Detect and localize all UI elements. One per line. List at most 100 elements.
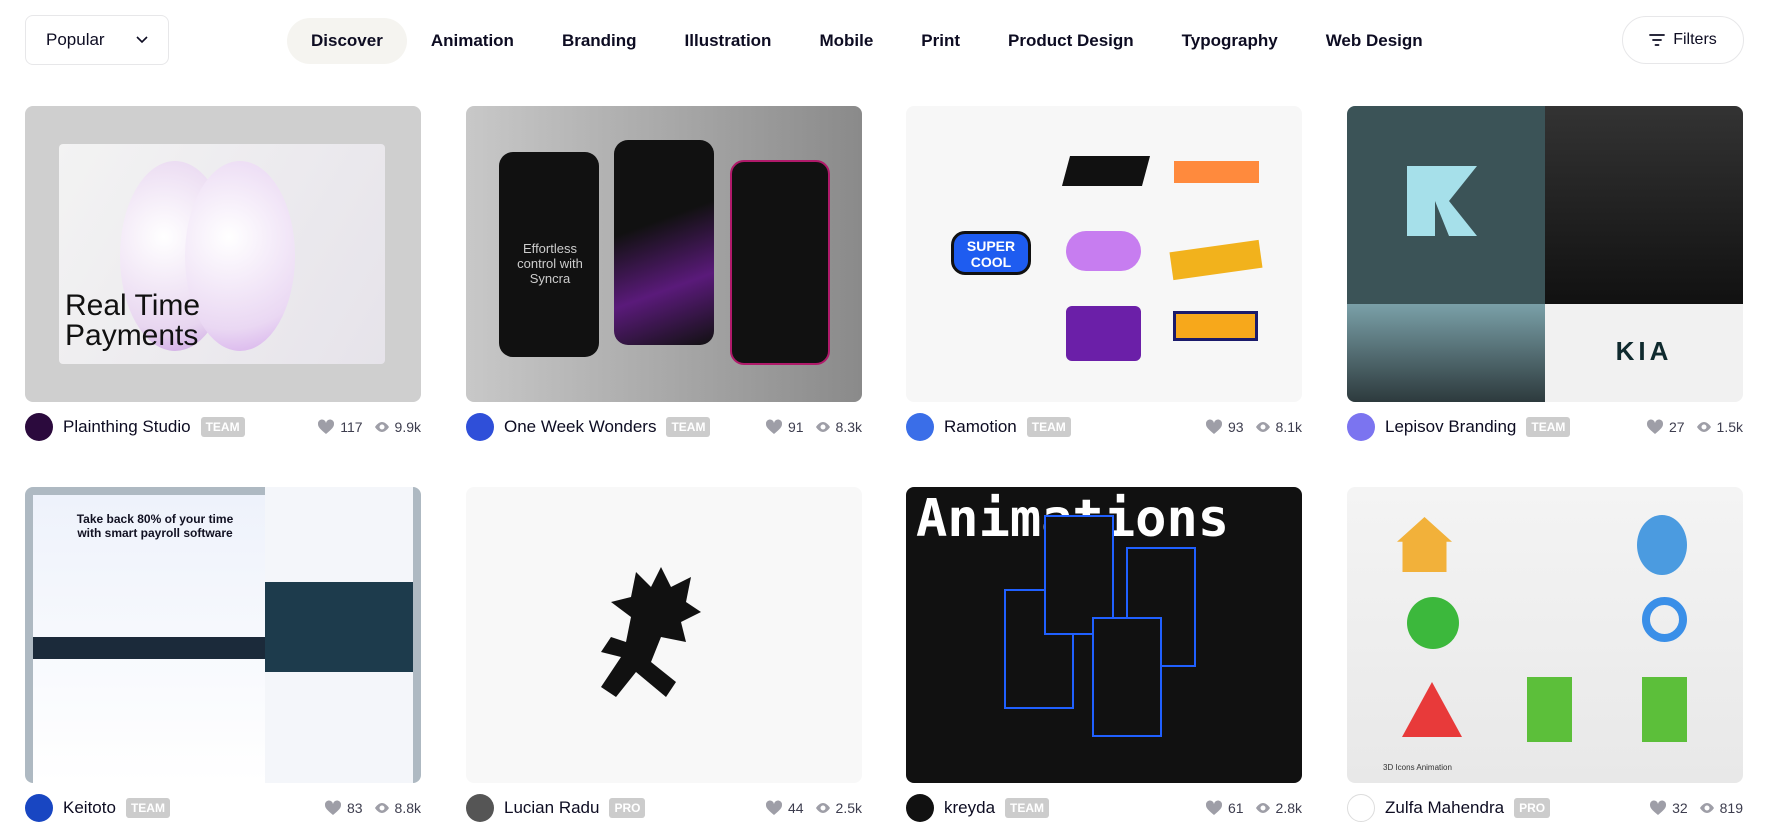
avatar[interactable] (25, 794, 53, 822)
shot-image-text: 3D Icons Animation (1383, 763, 1452, 772)
tab-discover[interactable]: Discover (287, 18, 407, 64)
like-count: 27 (1668, 419, 1685, 435)
avatar[interactable] (25, 413, 53, 441)
shot-meta: Lepisov Branding TEAM 27 1.5k (1347, 412, 1743, 442)
heart-icon[interactable] (765, 800, 783, 816)
tab-animation[interactable]: Animation (407, 18, 538, 64)
like-count: 61 (1227, 800, 1244, 816)
eye-icon (1696, 422, 1711, 432)
shot-meta: Ramotion TEAM 93 8.1k (906, 412, 1302, 442)
view-count: 1.5k (1716, 419, 1743, 435)
avatar[interactable] (906, 794, 934, 822)
view-count: 2.5k (835, 800, 862, 816)
author-name[interactable]: kreyda (944, 798, 995, 818)
avatar[interactable] (466, 413, 494, 441)
sort-label: Popular (46, 30, 105, 49)
avatar[interactable] (906, 413, 934, 441)
author-name[interactable]: Zulfa Mahendra (1385, 798, 1504, 818)
avatar[interactable] (1347, 794, 1375, 822)
eye-icon (1699, 803, 1714, 813)
view-count: 8.8k (394, 800, 421, 816)
tab-branding[interactable]: Branding (538, 18, 661, 64)
shot-image-text: Effortless control with Syncra (517, 241, 583, 286)
view-count: 8.1k (1275, 419, 1302, 435)
shot-thumbnail[interactable]: Animations (906, 487, 1302, 783)
heart-icon[interactable] (317, 419, 335, 435)
view-count: 819 (1719, 800, 1743, 816)
shot-meta: Plainthing Studio TEAM 117 9.9k (25, 412, 421, 442)
chevron-down-icon (136, 36, 148, 44)
shot-stats: 61 2.8k (1205, 800, 1302, 816)
sort-dropdown[interactable]: Popular (25, 15, 169, 65)
shot-card[interactable]: Real Time Payments Plainthing Studio TEA… (25, 106, 421, 442)
shot-stats: 44 2.5k (765, 800, 862, 816)
like-count: 44 (787, 800, 804, 816)
shot-stats: 27 1.5k (1646, 419, 1743, 435)
author-badge: PRO (609, 798, 646, 818)
shot-image-text: Take back 80% of your time with smart pa… (76, 512, 234, 540)
author-badge: TEAM (125, 798, 170, 818)
author-name[interactable]: Lepisov Branding (1385, 417, 1516, 437)
shot-image-text: Real Time Payments (65, 289, 201, 352)
author-badge: TEAM (1026, 417, 1071, 437)
shot-card[interactable]: 3D Icons Animation Zulfa Mahendra PRO 32… (1347, 487, 1743, 823)
heart-icon[interactable] (1205, 419, 1223, 435)
shot-card[interactable]: SUPER COOL Ramotion TEAM 93 8.1k (906, 106, 1302, 442)
shot-meta: kreyda TEAM 61 2.8k (906, 793, 1302, 823)
shot-meta: Keitoto TEAM 83 8.8k (25, 793, 421, 823)
eye-icon (815, 422, 830, 432)
shot-card[interactable]: KIA Lepisov Branding TEAM 27 1.5k (1347, 106, 1743, 442)
shot-thumbnail[interactable]: Real Time Payments (25, 106, 421, 402)
author-badge: TEAM (1005, 798, 1050, 818)
avatar[interactable] (466, 794, 494, 822)
shot-thumbnail[interactable]: SUPER COOL (906, 106, 1302, 402)
tab-print[interactable]: Print (897, 18, 984, 64)
shot-card[interactable]: Lucian Radu PRO 44 2.5k (466, 487, 862, 823)
like-count: 91 (787, 419, 804, 435)
view-count: 8.3k (835, 419, 862, 435)
shot-image-text: KIA (1615, 336, 1673, 366)
shot-card[interactable]: Take back 80% of your time with smart pa… (25, 487, 421, 823)
shot-thumbnail[interactable]: Take back 80% of your time with smart pa… (25, 487, 421, 783)
filters-button[interactable]: Filters (1622, 16, 1744, 64)
author-badge: TEAM (666, 417, 711, 437)
author-badge: TEAM (200, 417, 245, 437)
shot-thumbnail[interactable] (466, 487, 862, 783)
like-count: 83 (346, 800, 363, 816)
author-badge: TEAM (1526, 417, 1571, 437)
shot-card[interactable]: Animations kreyda TEAM 61 2.8k (906, 487, 1302, 823)
heart-icon[interactable] (1205, 800, 1223, 816)
author-name[interactable]: Keitoto (63, 798, 116, 818)
like-count: 32 (1672, 800, 1688, 816)
heart-icon[interactable] (765, 419, 783, 435)
tab-illustration[interactable]: Illustration (661, 18, 796, 64)
like-count: 93 (1227, 419, 1244, 435)
author-name[interactable]: One Week Wonders (504, 417, 656, 437)
tab-web-design[interactable]: Web Design (1302, 18, 1447, 64)
tab-mobile[interactable]: Mobile (795, 18, 897, 64)
heart-icon[interactable] (1649, 800, 1667, 816)
tab-product-design[interactable]: Product Design (984, 18, 1158, 64)
shot-thumbnail[interactable]: KIA (1347, 106, 1743, 402)
filter-lines-icon (1649, 34, 1666, 46)
author-name[interactable]: Lucian Radu (504, 798, 599, 818)
shot-card[interactable]: Effortless control with Syncra One Week … (466, 106, 862, 442)
author-name[interactable]: Ramotion (944, 417, 1017, 437)
avatar[interactable] (1347, 413, 1375, 441)
author-badge: PRO (1514, 798, 1551, 818)
like-count: 117 (340, 419, 363, 435)
view-count: 2.8k (1275, 800, 1302, 816)
shot-meta: One Week Wonders TEAM 91 8.3k (466, 412, 862, 442)
shot-stats: 93 8.1k (1205, 419, 1302, 435)
author-name[interactable]: Plainthing Studio (63, 417, 191, 437)
shot-thumbnail[interactable]: Effortless control with Syncra (466, 106, 862, 402)
tab-typography[interactable]: Typography (1158, 18, 1302, 64)
heart-icon[interactable] (1646, 419, 1664, 435)
shot-stats: 117 9.9k (317, 419, 421, 435)
shot-thumbnail[interactable]: 3D Icons Animation (1347, 487, 1743, 783)
shot-stats: 32 819 (1649, 800, 1743, 816)
shot-stats: 83 8.8k (324, 800, 421, 816)
heart-icon[interactable] (324, 800, 342, 816)
eye-icon (1255, 803, 1270, 813)
shot-stats: 91 8.3k (765, 419, 862, 435)
